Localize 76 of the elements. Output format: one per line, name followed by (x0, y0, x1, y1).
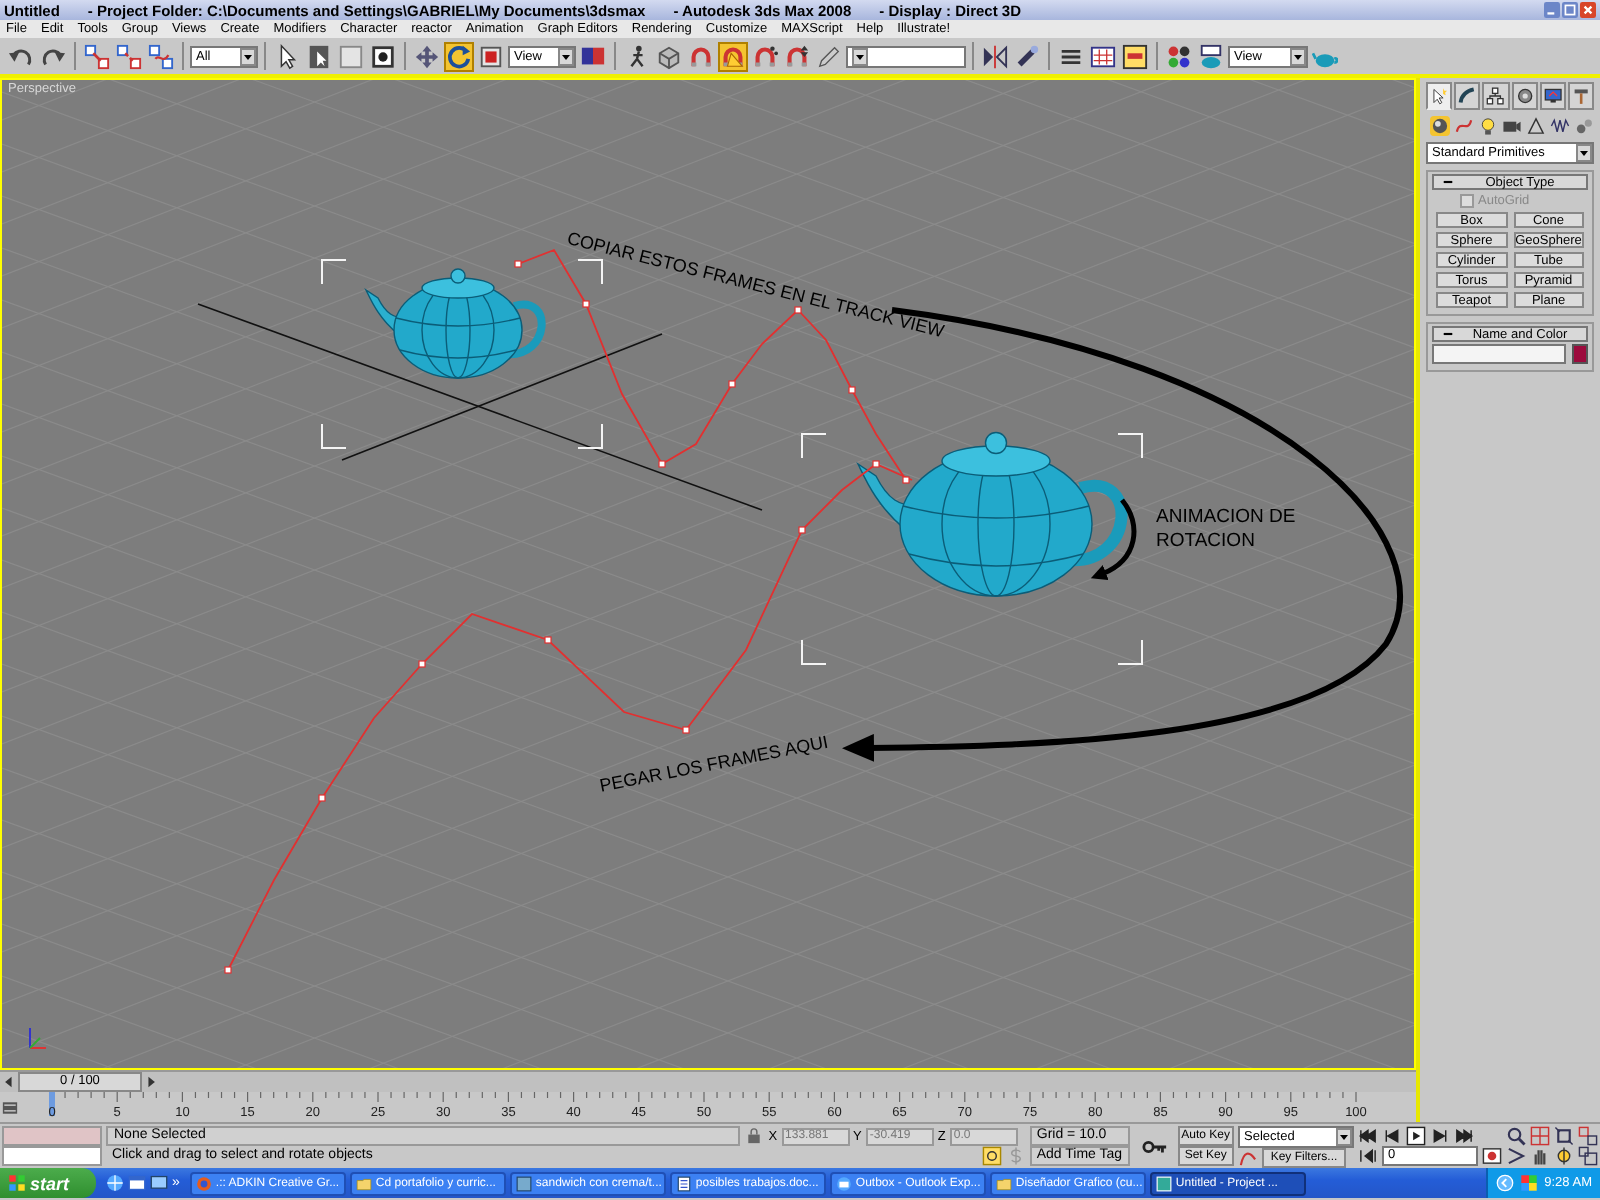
hammer-icon[interactable] (1567, 82, 1595, 110)
zigzag-icon[interactable] (1550, 116, 1570, 136)
go-to-end-icon[interactable] (1454, 1126, 1475, 1146)
globe-icon[interactable] (106, 1174, 124, 1192)
crosshair-icon[interactable] (982, 1146, 1003, 1166)
named-selection-dropdown[interactable] (846, 45, 966, 67)
name-field[interactable] (1432, 344, 1566, 364)
gear-icon[interactable] (1574, 116, 1594, 136)
magnet-percent-icon[interactable] (750, 41, 780, 71)
move-icon[interactable] (412, 41, 442, 71)
flag-icon (8, 1174, 26, 1192)
left-arrow-icon[interactable] (0, 1072, 18, 1092)
material-spheres-icon[interactable] (1164, 41, 1194, 71)
annotation-text: PEGAR LOS FRAMES AQUI (598, 731, 830, 796)
close-icon[interactable] (1580, 2, 1596, 18)
scale-icon[interactable] (476, 41, 506, 71)
minimize-icon[interactable] (1544, 2, 1560, 18)
mirror-icon[interactable] (980, 41, 1010, 71)
bent-pipe-icon[interactable] (1454, 82, 1481, 110)
align-icon[interactable] (1012, 41, 1042, 71)
bulb-icon[interactable] (1478, 116, 1498, 136)
window-icon[interactable] (128, 1174, 146, 1192)
play-icon[interactable] (1406, 1126, 1427, 1146)
arrow-circle-icon[interactable] (1496, 1174, 1515, 1192)
filmstrip-icon[interactable] (0, 1097, 20, 1117)
folder-icon (995, 1175, 1012, 1191)
curve-editor-icon[interactable] (1088, 41, 1118, 71)
tangent-curve-icon[interactable] (1238, 1148, 1259, 1168)
lock-icon[interactable] (744, 1126, 765, 1146)
maximize-icon[interactable] (1578, 1146, 1599, 1166)
picture-icon (515, 1175, 532, 1191)
wheel-icon[interactable] (1511, 82, 1538, 110)
time-config-icon[interactable] (1482, 1146, 1503, 1166)
extents-all-icon[interactable] (1578, 1126, 1599, 1146)
link-icon[interactable] (82, 41, 112, 71)
next-frame-icon[interactable] (1430, 1126, 1451, 1146)
orbit-icon[interactable] (1554, 1146, 1575, 1166)
annotation-text: COPIAR ESTOS FRAMES EN EL TRACK VIEW (565, 228, 947, 342)
extents-icon[interactable] (1554, 1126, 1575, 1146)
annotation-text: ANIMACION DE ROTACION (1156, 506, 1298, 554)
axis-tripod-icon (29, 1027, 47, 1049)
rotate-icon[interactable] (444, 41, 474, 71)
previous-frame-icon[interactable] (1382, 1126, 1403, 1146)
key-step-icon[interactable] (1358, 1146, 1379, 1166)
restore-icon[interactable] (1562, 2, 1578, 18)
color-flag-icon[interactable] (1520, 1174, 1539, 1192)
camera-icon[interactable] (1502, 116, 1522, 136)
triangle-icon[interactable] (1526, 116, 1546, 136)
hierarchy-icon[interactable] (1482, 82, 1510, 110)
select-list-icon[interactable] (304, 41, 334, 71)
circle-in-square-icon[interactable] (368, 41, 398, 71)
right-arrow-icon[interactable] (142, 1072, 160, 1092)
envelope-icon (835, 1175, 852, 1191)
listener-output-field[interactable] (2, 1126, 102, 1146)
squiggle-icon[interactable] (146, 41, 176, 71)
document-icon (675, 1175, 692, 1191)
monitor-icon[interactable] (1539, 82, 1566, 110)
cube-icon[interactable] (654, 41, 684, 71)
desktop-icon[interactable] (150, 1174, 168, 1192)
globe-icon (195, 1175, 212, 1191)
magnifier-icon[interactable] (1506, 1126, 1527, 1146)
curve-icon[interactable] (1454, 116, 1474, 136)
sphere-icon[interactable] (1430, 116, 1450, 136)
schematic-icon[interactable] (1120, 41, 1150, 71)
magnet-spinner-icon[interactable] (782, 41, 812, 71)
color-swatch[interactable] (1572, 344, 1588, 364)
hand-icon[interactable] (1530, 1146, 1551, 1166)
field-of-view-icon[interactable] (1506, 1146, 1527, 1166)
time-marker (49, 1092, 55, 1116)
magnet-angle-icon[interactable] (718, 41, 748, 71)
listener-input-field[interactable] (2, 1146, 102, 1166)
render-setup-icon[interactable] (1196, 41, 1226, 71)
folder-icon (355, 1175, 372, 1191)
app-window-icon (1155, 1175, 1172, 1191)
go-to-start-icon[interactable] (1358, 1126, 1379, 1146)
unlink-icon[interactable] (114, 41, 144, 71)
